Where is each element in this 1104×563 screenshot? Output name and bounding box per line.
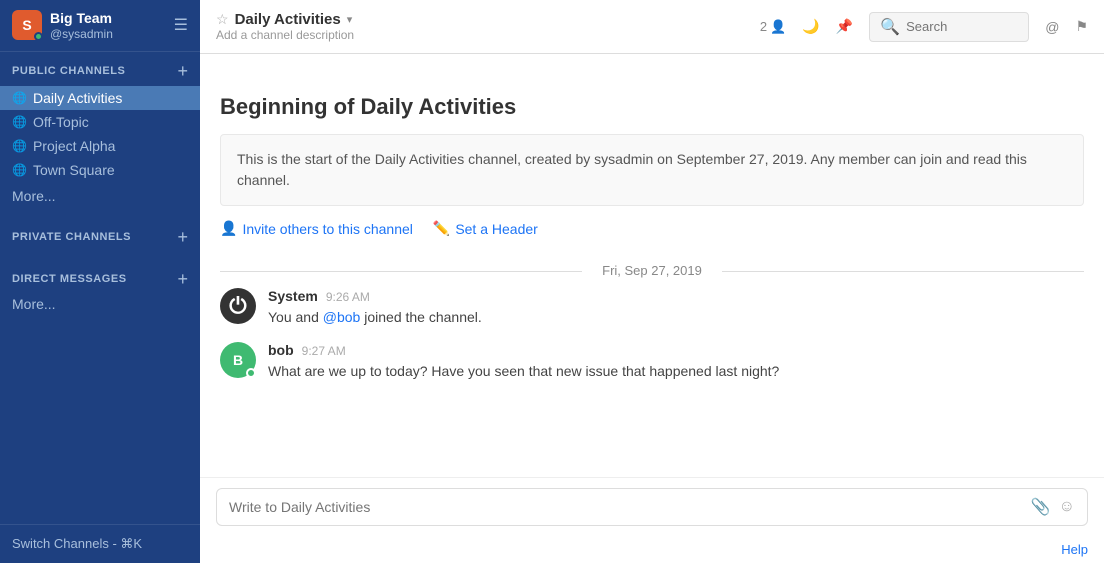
- message-input[interactable]: [229, 499, 1023, 515]
- chevron-down-icon[interactable]: ▾: [347, 13, 353, 26]
- message-text-bob: What are we up to today? Have you seen t…: [268, 361, 1084, 382]
- online-badge: [34, 32, 43, 41]
- members-count[interactable]: 2 👤: [760, 19, 786, 35]
- flag-icon[interactable]: ⚑: [1075, 18, 1088, 35]
- direct-messages-label: DIRECT MESSAGES: [12, 273, 127, 285]
- main-content: ☆ Daily Activities ▾ Add a channel descr…: [200, 0, 1104, 563]
- globe-icon: 🌐: [12, 163, 27, 177]
- sidebar-header-left: S Big Team @sysadmin: [12, 10, 113, 41]
- moon-icon[interactable]: 🌙: [802, 18, 819, 35]
- globe-icon: 🌐: [12, 139, 27, 153]
- channel-intro: Beginning of Daily Activities This is th…: [220, 74, 1084, 247]
- message-body-bob: bob 9:27 AM What are we up to today? Hav…: [268, 342, 1084, 382]
- channel-title-row: ☆ Daily Activities ▾: [216, 11, 354, 28]
- chat-area: Beginning of Daily Activities This is th…: [200, 54, 1104, 477]
- team-info: Big Team @sysadmin: [50, 10, 113, 41]
- intro-heading: Beginning of Daily Activities: [220, 94, 1084, 120]
- star-icon[interactable]: ☆: [216, 11, 229, 28]
- search-box[interactable]: 🔍: [869, 12, 1029, 42]
- message-author-bob: bob: [268, 342, 294, 358]
- switch-channels-button[interactable]: Switch Channels - ⌘K: [12, 536, 142, 551]
- attach-icon[interactable]: 📎: [1031, 497, 1051, 517]
- system-avatar: ⏻: [220, 288, 256, 324]
- search-input[interactable]: [906, 19, 1018, 34]
- channel-header-left: ☆ Daily Activities ▾ Add a channel descr…: [216, 11, 354, 42]
- globe-icon: 🌐: [12, 91, 27, 105]
- channel-name: Daily Activities: [33, 90, 122, 106]
- sidebar-item-project-alpha[interactable]: 🌐 Project Alpha: [0, 134, 200, 158]
- intro-text: This is the start of the Daily Activitie…: [237, 151, 1027, 188]
- message-body-system: System 9:26 AM You and @bob joined the c…: [268, 288, 1084, 328]
- channel-name: Town Square: [33, 162, 115, 178]
- pin-icon[interactable]: 📌: [836, 18, 853, 35]
- sidebar-footer: Switch Channels - ⌘K: [0, 524, 200, 563]
- bob-avatar: B: [220, 342, 256, 378]
- members-icon: 👤: [770, 19, 786, 35]
- chat-footer: Help: [200, 540, 1104, 563]
- message-author-system: System: [268, 288, 318, 304]
- sidebar-item-off-topic[interactable]: 🌐 Off-Topic: [0, 110, 200, 134]
- intro-text-box: This is the start of the Daily Activitie…: [220, 134, 1084, 206]
- search-icon: 🔍: [880, 17, 900, 37]
- message-input-box: 📎 ☺: [216, 488, 1088, 526]
- mention-bob[interactable]: @bob: [323, 309, 361, 325]
- message-text-system: You and @bob joined the channel.: [268, 307, 1084, 328]
- message-input-area: 📎 ☺: [200, 477, 1104, 540]
- sidebar-item-daily-activities[interactable]: 🌐 Daily Activities: [0, 86, 200, 110]
- channel-name: Off-Topic: [33, 114, 89, 130]
- channel-header-right: 2 👤 🌙 📌 🔍 @ ⚑: [760, 12, 1088, 42]
- channel-header: ☆ Daily Activities ▾ Add a channel descr…: [200, 0, 1104, 54]
- public-channels-label: PUBLIC CHANNELS: [12, 65, 125, 77]
- message-header-system: System 9:26 AM: [268, 288, 1084, 304]
- date-divider: Fri, Sep 27, 2019: [220, 263, 1084, 278]
- set-header-link[interactable]: ✏️ Set a Header: [433, 220, 538, 237]
- invite-link[interactable]: 👤 Invite others to this channel: [220, 220, 413, 237]
- message-system: ⏻ System 9:26 AM You and @bob joined the…: [220, 288, 1084, 328]
- channel-name: Project Alpha: [33, 138, 116, 154]
- help-link[interactable]: Help: [1061, 542, 1088, 557]
- add-private-channel-button[interactable]: +: [177, 228, 188, 246]
- direct-messages-section: DIRECT MESSAGES +: [0, 260, 200, 292]
- dm-more[interactable]: More...: [0, 292, 200, 316]
- channel-description[interactable]: Add a channel description: [216, 28, 354, 42]
- emoji-icon[interactable]: ☺: [1059, 498, 1075, 516]
- public-channel-list: 🌐 Daily Activities 🌐 Off-Topic 🌐 Project…: [0, 86, 200, 182]
- invite-icon: 👤: [220, 220, 237, 237]
- at-icon[interactable]: @: [1045, 19, 1059, 35]
- private-channels-section: PRIVATE CHANNELS +: [0, 218, 200, 250]
- online-badge-bob: [246, 368, 256, 378]
- hamburger-icon[interactable]: ☰: [174, 15, 188, 35]
- add-public-channel-button[interactable]: +: [177, 62, 188, 80]
- sidebar: S Big Team @sysadmin ☰ PUBLIC CHANNELS +…: [0, 0, 200, 563]
- team-name: Big Team: [50, 10, 113, 27]
- message-time-system: 9:26 AM: [326, 290, 370, 304]
- public-channels-more[interactable]: More...: [0, 184, 200, 208]
- pencil-icon: ✏️: [433, 220, 450, 237]
- team-avatar: S: [12, 10, 42, 40]
- public-channels-section: PUBLIC CHANNELS +: [0, 52, 200, 84]
- channel-actions: 👤 Invite others to this channel ✏️ Set a…: [220, 220, 1084, 237]
- message-bob: B bob 9:27 AM What are we up to today? H…: [220, 342, 1084, 382]
- sidebar-item-town-square[interactable]: 🌐 Town Square: [0, 158, 200, 182]
- private-channels-label: PRIVATE CHANNELS: [12, 231, 131, 243]
- message-header-bob: bob 9:27 AM: [268, 342, 1084, 358]
- message-time-bob: 9:27 AM: [302, 344, 346, 358]
- sidebar-header: S Big Team @sysadmin ☰: [0, 0, 200, 52]
- channel-title: Daily Activities: [235, 11, 341, 28]
- add-dm-button[interactable]: +: [177, 270, 188, 288]
- members-number: 2: [760, 19, 767, 34]
- team-username: @sysadmin: [50, 27, 113, 41]
- globe-icon: 🌐: [12, 115, 27, 129]
